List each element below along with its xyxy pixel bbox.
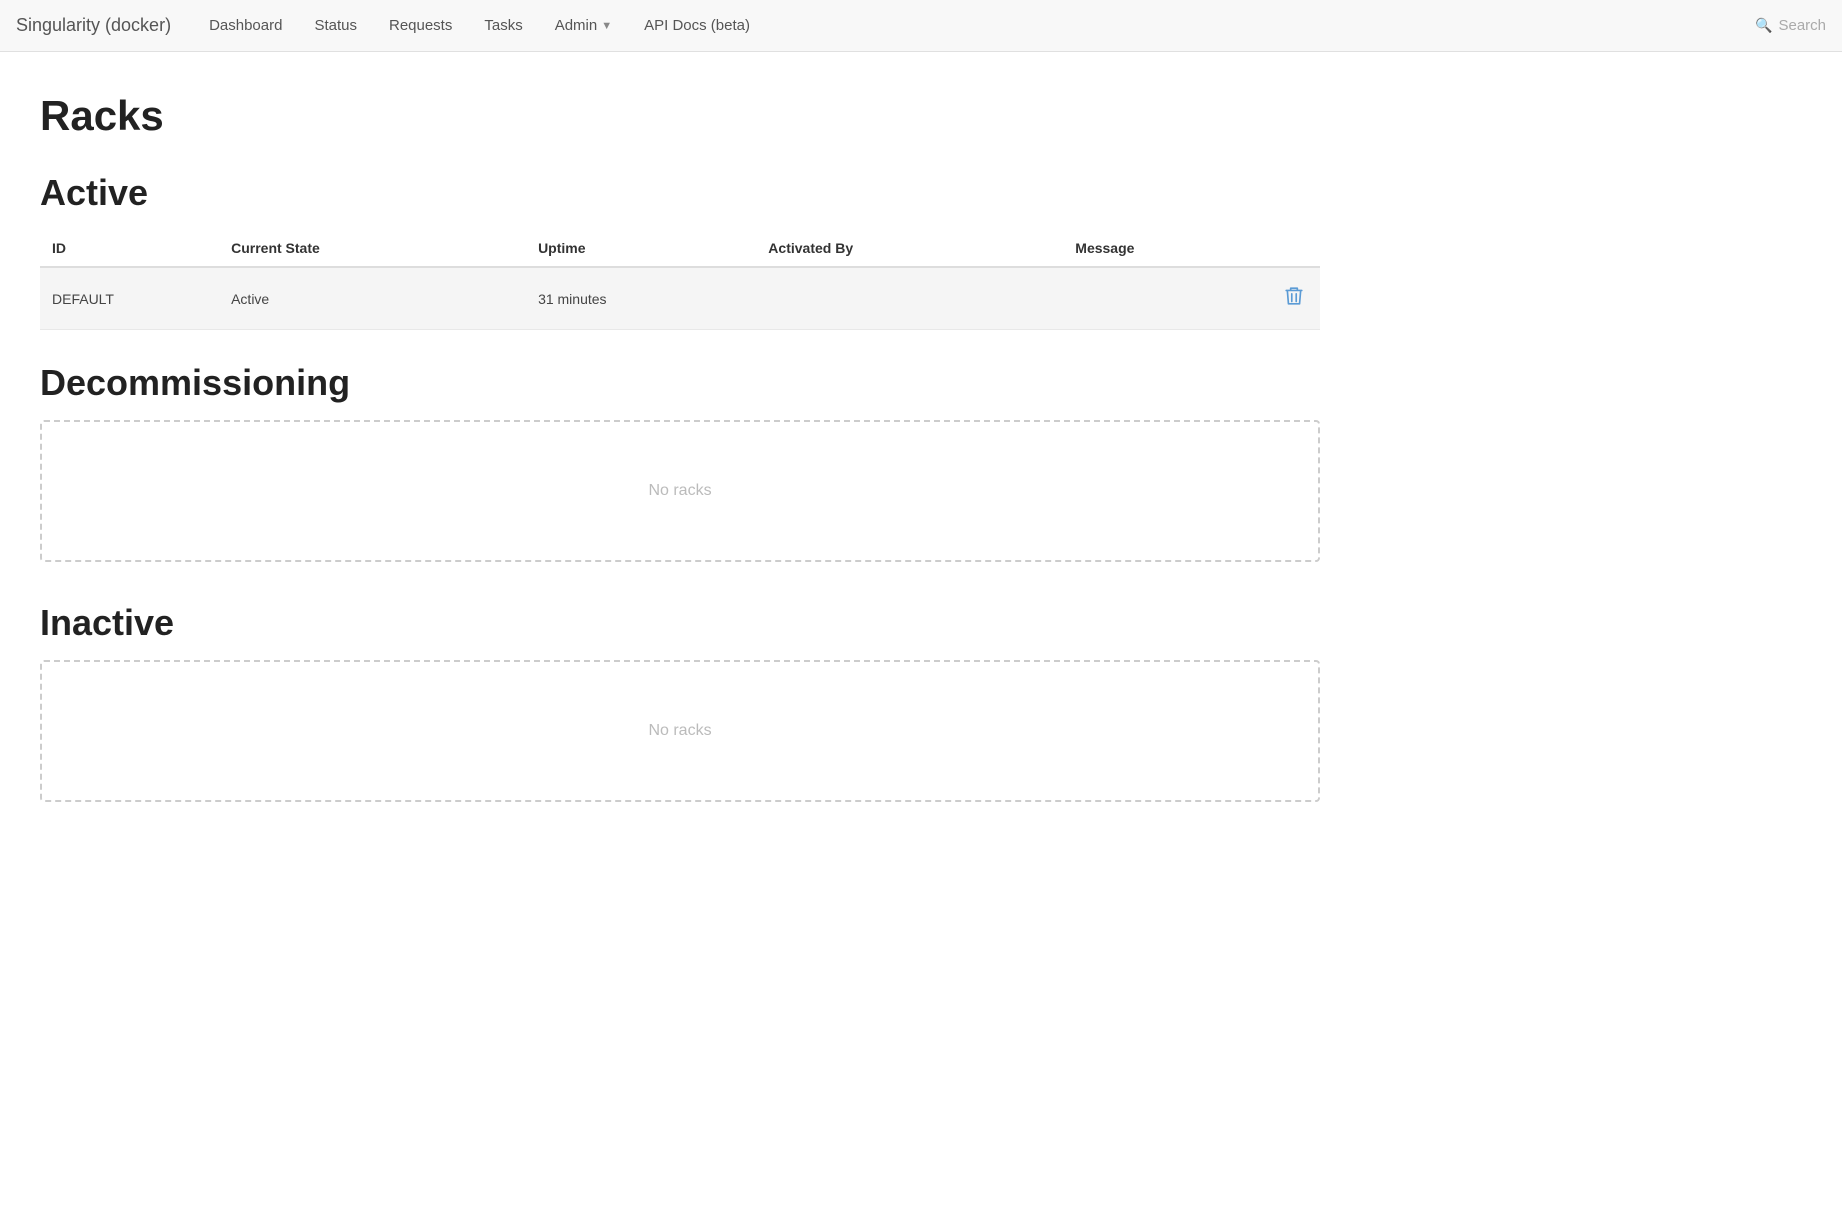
col-header-state: Current State: [219, 230, 526, 267]
row-uptime: 31 minutes: [526, 267, 756, 330]
decommissioning-empty-text: No racks: [648, 482, 711, 499]
inactive-empty-box: No racks: [40, 660, 1320, 802]
trash-icon: [1284, 286, 1304, 306]
col-header-uptime: Uptime: [526, 230, 756, 267]
section-active: Active ID Current State Uptime Activated…: [40, 172, 1320, 330]
delete-rack-button[interactable]: [1280, 282, 1308, 315]
section-active-title: Active: [40, 172, 1320, 214]
nav-item-tasks[interactable]: Tasks: [470, 9, 536, 42]
section-decommissioning: Decommissioning No racks: [40, 362, 1320, 562]
main-content: Racks Active ID Current State Uptime Act…: [0, 52, 1360, 882]
col-header-activated-by: Activated By: [756, 230, 1063, 267]
section-inactive-title: Inactive: [40, 602, 1320, 644]
row-id: DEFAULT: [40, 267, 219, 330]
app-brand[interactable]: Singularity (docker): [16, 15, 171, 36]
inactive-empty-text: No racks: [648, 722, 711, 739]
col-header-id: ID: [40, 230, 219, 267]
table-header-row: ID Current State Uptime Activated By Mes…: [40, 230, 1320, 267]
nav-item-status[interactable]: Status: [300, 9, 371, 42]
nav-item-dashboard[interactable]: Dashboard: [195, 9, 296, 42]
row-state: Active: [219, 267, 526, 330]
navbar: Singularity (docker) Dashboard Status Re…: [0, 0, 1842, 52]
col-header-message: Message: [1063, 230, 1268, 267]
row-action: [1268, 267, 1320, 330]
col-header-action: [1268, 230, 1320, 267]
nav-links: Dashboard Status Requests Tasks Admin ▼ …: [195, 9, 1755, 42]
decommissioning-empty-box: No racks: [40, 420, 1320, 562]
search-label[interactable]: Search: [1778, 17, 1826, 34]
row-message: [1063, 267, 1268, 330]
section-inactive: Inactive No racks: [40, 602, 1320, 802]
row-activated-by: [756, 267, 1063, 330]
search-icon: 🔍: [1755, 17, 1772, 34]
page-title: Racks: [40, 92, 1320, 140]
admin-dropdown-arrow: ▼: [601, 20, 612, 32]
nav-item-admin[interactable]: Admin ▼: [541, 9, 626, 42]
search-container[interactable]: 🔍 Search: [1755, 17, 1826, 34]
table-row: DEFAULT Active 31 minutes: [40, 267, 1320, 330]
nav-item-api-docs[interactable]: API Docs (beta): [630, 9, 764, 42]
section-decommissioning-title: Decommissioning: [40, 362, 1320, 404]
active-table: ID Current State Uptime Activated By Mes…: [40, 230, 1320, 330]
nav-item-requests[interactable]: Requests: [375, 9, 466, 42]
